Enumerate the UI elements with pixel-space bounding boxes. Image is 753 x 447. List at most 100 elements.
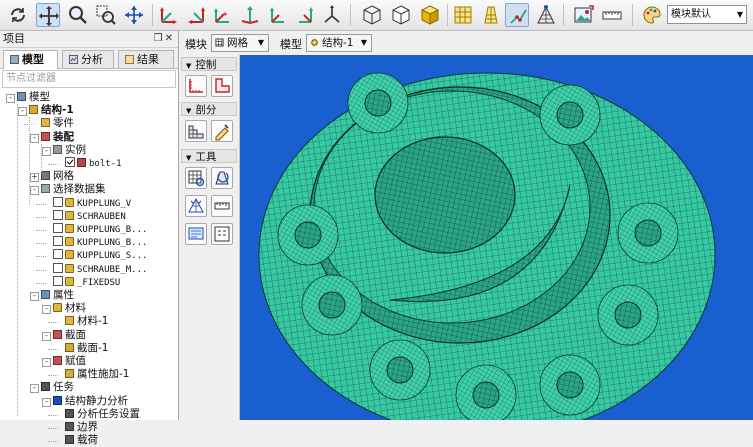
tree-connector <box>36 203 46 205</box>
tab-analysis[interactable]: 分析 <box>62 50 114 68</box>
rotate-icon[interactable] <box>6 3 30 27</box>
query-button[interactable] <box>185 223 207 245</box>
tree-node[interactable]: SCHRAUBEN <box>53 209 126 223</box>
box-zoom-icon[interactable] <box>94 3 118 27</box>
tool-palette: ▼ 控制 ▼ 剖分 ▼ 工具 <box>179 55 240 420</box>
ruler-icon[interactable] <box>600 3 624 27</box>
palette-icon[interactable] <box>640 3 664 27</box>
tree-node[interactable]: 实例 <box>53 144 86 157</box>
tree-node[interactable]: 零件 <box>41 117 74 130</box>
collapse-icon[interactable]: - <box>30 384 39 394</box>
fit-view-icon[interactable] <box>122 3 146 27</box>
tab-model[interactable]: 模型 <box>3 50 58 69</box>
tree-node[interactable]: KUPPLUNG_B... <box>53 223 147 236</box>
view-front-icon[interactable] <box>157 3 181 27</box>
tree-node[interactable]: 任务 <box>41 381 74 394</box>
tree-node[interactable]: 材料-1 <box>65 315 108 328</box>
mesh-ruler-button[interactable] <box>211 195 233 217</box>
tree-node-label: 载荷 <box>77 434 98 447</box>
close-icon[interactable]: ✕ <box>165 33 175 44</box>
view-iso-icon[interactable] <box>320 3 344 27</box>
mesh-stats-button[interactable] <box>211 223 233 245</box>
view-left-icon[interactable] <box>266 3 290 27</box>
model-select[interactable]: 结构-1 ▼ <box>306 34 372 52</box>
view-top-icon[interactable] <box>211 3 235 27</box>
collapse-icon[interactable]: - <box>6 94 15 103</box>
mesh-part-button[interactable] <box>185 120 207 142</box>
section-control[interactable]: ▼ 控制 <box>181 57 237 71</box>
tree-node[interactable]: 模型 <box>17 91 50 104</box>
visibility-checkbox[interactable] <box>53 262 63 273</box>
model-icon <box>17 92 26 101</box>
collapse-icon[interactable]: - <box>30 133 39 143</box>
mesh-toggle-icon[interactable] <box>451 3 475 27</box>
edit-mesh-button[interactable] <box>185 195 207 217</box>
visibility-checkbox[interactable] <box>53 275 63 286</box>
seed-part-button[interactable] <box>211 75 233 97</box>
mesh-controls-button[interactable] <box>211 120 233 142</box>
node-select-icon[interactable] <box>534 3 558 27</box>
visibility-checkbox[interactable] <box>53 236 63 247</box>
tree-node[interactable]: 结构静力分析 <box>53 395 128 408</box>
tree-node[interactable]: bolt-1 <box>65 157 122 170</box>
pan-icon[interactable] <box>36 3 60 27</box>
collapse-icon[interactable]: - <box>42 146 51 156</box>
tree-node[interactable]: 边界 <box>65 421 98 434</box>
tree-node[interactable]: 截面 <box>53 329 86 342</box>
mesh-verify-button[interactable] <box>185 167 207 189</box>
restore-icon[interactable]: ❐ <box>154 33 165 44</box>
visibility-checkbox[interactable] <box>53 223 63 233</box>
tree-node-label: SCHRAUBEN <box>77 211 126 222</box>
image-export-icon[interactable] <box>572 3 596 27</box>
context-bar: 模块 网格 ▼ 模型 结构-1 ▼ <box>179 31 753 56</box>
visibility-checkbox[interactable] <box>53 209 63 220</box>
expand-icon[interactable]: + <box>30 173 39 183</box>
tree-node[interactable]: 截面-1 <box>65 342 108 355</box>
collapse-icon[interactable]: - <box>42 397 51 407</box>
hidden-line-icon[interactable] <box>389 3 413 27</box>
view-bottom-icon[interactable] <box>238 3 262 27</box>
collapse-icon[interactable]: - <box>30 292 39 301</box>
tree-node[interactable]: 分析任务设置 <box>65 408 140 421</box>
mesh-sweep-icon[interactable] <box>479 3 503 27</box>
zoom-icon[interactable] <box>66 3 90 27</box>
visibility-checkbox[interactable] <box>65 157 75 167</box>
color-scheme-select[interactable]: 模块默认 ▼ <box>667 5 747 24</box>
tree-node[interactable]: 材料 <box>53 302 86 315</box>
tree-node[interactable]: KUPPLUNG_V <box>53 196 131 210</box>
tree-node[interactable]: 属性 <box>41 289 74 302</box>
refresh-mesh-button[interactable] <box>211 167 233 189</box>
tree-node[interactable]: 结构-1 <box>29 104 74 117</box>
node-filter-input[interactable]: 节点过滤器 <box>2 70 176 88</box>
section-partition[interactable]: ▼ 剖分 <box>181 102 237 116</box>
tree-node[interactable]: 选择数据集 <box>41 183 106 196</box>
collapse-icon[interactable]: - <box>42 331 51 341</box>
module-select[interactable]: 网格 ▼ <box>211 34 269 52</box>
viewport-3d[interactable] <box>240 55 753 420</box>
collapse-icon[interactable]: - <box>42 305 51 315</box>
tree-node[interactable]: 赋值 <box>53 355 86 368</box>
tree-node[interactable]: 网格 <box>41 170 74 183</box>
visibility-checkbox[interactable] <box>53 249 63 260</box>
tree-node[interactable]: 装配 <box>41 131 74 144</box>
tab-results[interactable]: 结果 <box>118 50 174 68</box>
tree-node[interactable]: 载荷 <box>65 434 98 447</box>
view-back-icon[interactable] <box>184 3 208 27</box>
tree-node[interactable]: _FIXEDSU <box>53 275 120 289</box>
section-tools[interactable]: ▼ 工具 <box>181 149 237 163</box>
tree-node[interactable]: KUPPLUNG_S... <box>53 249 147 262</box>
shaded-icon[interactable] <box>418 3 442 27</box>
collapse-icon[interactable]: - <box>42 358 51 367</box>
tree-node[interactable]: SCHRAUBE_M... <box>53 262 147 276</box>
project-panel: 项目 ❐✕ 模型 分析 结果 节点过滤器 - 模型 - 结构-1 零件 - 装配 - 实例 bol… <box>0 31 179 446</box>
collapse-icon[interactable]: - <box>30 186 39 196</box>
view-right-icon[interactable] <box>293 3 317 27</box>
collapse-icon[interactable]: - <box>18 107 27 117</box>
edge-select-icon[interactable] <box>505 3 529 27</box>
chevron-down-icon: ▼ <box>257 38 264 47</box>
wireframe-icon[interactable] <box>360 3 384 27</box>
tree-node[interactable]: 属性施加-1 <box>65 368 129 381</box>
seed-edge-button[interactable] <box>185 75 207 97</box>
visibility-checkbox[interactable] <box>53 196 63 207</box>
tree-node[interactable]: KUPPLUNG_B... <box>53 236 147 249</box>
